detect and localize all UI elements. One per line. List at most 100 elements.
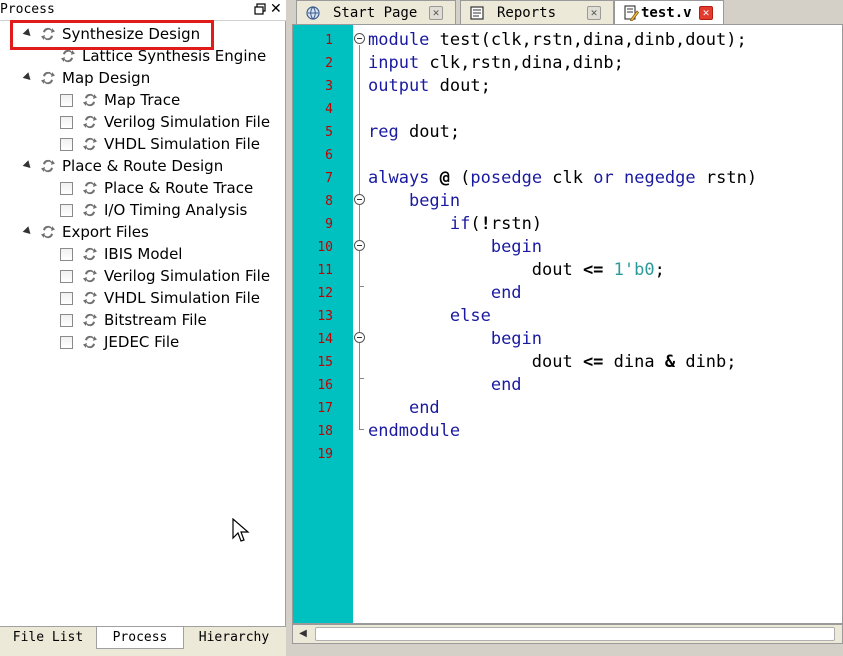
tree-item-vhdl-simulation-file[interactable]: VHDL Simulation File — [0, 133, 286, 155]
step-checkbox[interactable] — [60, 248, 73, 261]
tree-item-label: Bitstream File — [104, 311, 207, 329]
tab-start-page[interactable]: Start Page ✕ — [296, 0, 456, 24]
tree-item-map-design[interactable]: Map Design — [0, 67, 286, 89]
tab-file-list[interactable]: File List — [0, 627, 96, 649]
scroll-left-icon[interactable]: ◀ — [295, 627, 311, 641]
line-number: 7 — [325, 171, 333, 186]
line-number: 18 — [317, 424, 333, 439]
tree-item-map-trace[interactable]: Map Trace — [0, 89, 286, 111]
tree-item-label: Place & Route Design — [62, 157, 224, 175]
tab-label: Reports — [497, 5, 557, 21]
code-line[interactable]: reg dout; — [368, 121, 460, 144]
line-number: 2 — [325, 56, 333, 71]
tab-label: test.v — [641, 5, 692, 21]
sync-icon — [83, 115, 97, 129]
fold-guide-end — [359, 378, 364, 379]
line-number: 15 — [317, 355, 333, 370]
step-checkbox[interactable] — [60, 116, 73, 129]
annotation-highlight-box — [10, 20, 214, 50]
code-line[interactable]: if(!rstn) — [368, 213, 542, 236]
code-line[interactable]: dout <= 1'b0; — [368, 259, 665, 282]
sync-icon — [83, 93, 97, 107]
code-line[interactable]: else — [368, 305, 491, 328]
fold-guide — [359, 252, 360, 286]
step-checkbox[interactable] — [60, 204, 73, 217]
tab-label: Start Page — [333, 5, 418, 21]
expand-arrow-icon[interactable] — [22, 160, 34, 171]
line-number: 3 — [325, 79, 333, 94]
panel-header: Process ✕ — [0, 0, 286, 21]
tree-item-place-route-design[interactable]: Place & Route Design — [0, 155, 286, 177]
code-line[interactable]: begin — [368, 328, 542, 351]
step-checkbox[interactable] — [60, 270, 73, 283]
close-tab-icon[interactable]: ✕ — [429, 6, 443, 20]
tree-item-ibis-model[interactable]: IBIS Model — [0, 243, 286, 265]
code-line[interactable]: endmodule — [368, 420, 460, 443]
line-number: 5 — [325, 125, 333, 140]
fold-toggle-icon[interactable] — [354, 194, 365, 205]
panel-close-button[interactable]: ✕ — [270, 0, 282, 18]
tree-item-place-route-trace[interactable]: Place & Route Trace — [0, 177, 286, 199]
sync-icon — [83, 203, 97, 217]
tree-item-verilog-simulation-file[interactable]: Verilog Simulation File — [0, 265, 286, 287]
sync-icon — [41, 71, 55, 85]
sync-icon — [83, 269, 97, 283]
step-checkbox[interactable] — [60, 292, 73, 305]
step-checkbox[interactable] — [60, 314, 73, 327]
tree-item-label: Export Files — [62, 223, 149, 241]
tree-item-label: VHDL Simulation File — [104, 135, 260, 153]
code-editor[interactable]: 1 2 3 4 5 6 7 8 9 10 11 12 13 14 15 16 17 18 19 module tes… — [292, 24, 843, 624]
code-line[interactable]: module test(clk,rstn,dina,dinb,dout); — [368, 29, 747, 52]
tab-test-v[interactable]: test.v ✕ — [614, 0, 724, 25]
code-line[interactable]: begin — [368, 190, 460, 213]
sync-icon — [41, 159, 55, 173]
reports-icon — [470, 6, 484, 20]
code-line[interactable]: input clk,rstn,dina,dinb; — [368, 52, 624, 75]
code-line[interactable]: begin — [368, 236, 542, 259]
code-line[interactable]: always @ (posedge clk or negedge rstn) — [368, 167, 757, 190]
tree-item-bitstream-file[interactable]: Bitstream File — [0, 309, 286, 331]
tab-process[interactable]: Process — [96, 627, 184, 649]
fold-toggle-icon[interactable] — [354, 33, 365, 44]
expand-arrow-icon[interactable] — [22, 72, 34, 83]
close-tab-icon[interactable]: ✕ — [699, 6, 713, 20]
code-line[interactable]: end — [368, 397, 440, 420]
process-panel: Process ✕ Synthesize Design Lattice Synth… — [0, 0, 286, 656]
tree-item-jedec-file[interactable]: JEDEC File — [0, 331, 286, 353]
close-tab-icon[interactable]: ✕ — [587, 6, 601, 20]
line-number: 6 — [325, 148, 333, 163]
sync-icon — [41, 225, 55, 239]
code-line[interactable]: dout <= dina & dinb; — [368, 351, 737, 374]
code-area[interactable]: module test(clk,rstn,dina,dinb,dout); inp… — [368, 25, 842, 623]
scrollbar-thumb[interactable] — [315, 627, 835, 641]
step-checkbox[interactable] — [60, 182, 73, 195]
step-checkbox[interactable] — [60, 138, 73, 151]
expand-arrow-icon[interactable] — [22, 226, 34, 237]
step-checkbox[interactable] — [60, 94, 73, 107]
fold-toggle-icon[interactable] — [354, 332, 365, 343]
fold-toggle-icon[interactable] — [354, 240, 365, 251]
tab-reports[interactable]: Reports ✕ — [460, 0, 614, 24]
line-number-gutter: 1 2 3 4 5 6 7 8 9 10 11 12 13 14 15 16 17 18 19 — [293, 25, 353, 623]
code-line[interactable]: output dout; — [368, 75, 491, 98]
tree-item-label: Place & Route Trace — [104, 179, 254, 197]
tree-item-verilog-simulation-file[interactable]: Verilog Simulation File — [0, 111, 286, 133]
sync-icon — [83, 181, 97, 195]
line-number: 19 — [317, 447, 333, 462]
tab-hierarchy[interactable]: Hierarchy — [186, 627, 282, 649]
tree-item-vhdl-simulation-file[interactable]: VHDL Simulation File — [0, 287, 286, 309]
mouse-cursor-icon — [232, 518, 250, 542]
sync-icon — [83, 247, 97, 261]
tree-item-label: I/O Timing Analysis — [104, 201, 248, 219]
tree-item-i-o-timing-analysis[interactable]: I/O Timing Analysis — [0, 199, 286, 221]
horizontal-scrollbar[interactable]: ◀ — [292, 624, 843, 644]
tree-item-export-files[interactable]: Export Files — [0, 221, 286, 243]
float-window-icon[interactable] — [254, 3, 266, 15]
code-line[interactable]: end — [368, 282, 522, 305]
line-number: 10 — [317, 240, 333, 255]
fold-guide — [359, 344, 360, 378]
tree-item-label: IBIS Model — [104, 245, 183, 263]
line-number: 14 — [317, 332, 333, 347]
code-line[interactable]: end — [368, 374, 522, 397]
step-checkbox[interactable] — [60, 336, 73, 349]
